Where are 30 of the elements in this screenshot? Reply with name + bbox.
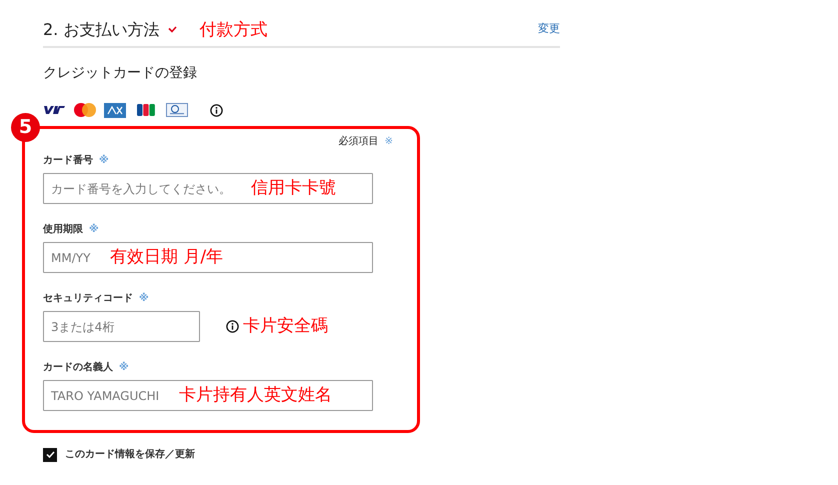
field-label: セキュリティコード [43, 293, 133, 304]
required-mark: ※ [119, 362, 129, 373]
section-subtitle: クレジットカードの登録 [43, 64, 198, 82]
field-label: 使用期限 [43, 224, 83, 235]
annotation-text: 卡片安全碼 [243, 315, 328, 337]
annotation-text: 卡片持有人英文姓名 [179, 384, 332, 406]
required-mark: ※ [384, 136, 393, 147]
section-title: 2. お支払い方法 [43, 18, 160, 40]
checkbox-label: このカード情報を保存／更新 [65, 447, 195, 462]
annotation-text: 有效日期 月/年 [110, 246, 224, 268]
check-icon [46, 451, 54, 458]
required-mark: ※ [99, 155, 109, 166]
checkbox[interactable] [43, 448, 57, 462]
field-label: カード番号 [43, 155, 93, 166]
required-mark: ※ [139, 293, 149, 304]
required-note: 必須項目 [338, 136, 379, 147]
change-link[interactable]: 変更 [538, 21, 560, 46]
info-icon [226, 320, 239, 332]
card-brand-icon [43, 106, 66, 114]
info-icon [210, 104, 223, 116]
card-brand-icon [137, 103, 155, 117]
card-brand-icon [74, 103, 96, 117]
field-label: カードの名義人 [43, 362, 113, 373]
card-brand-icon [166, 103, 188, 117]
annotation-text: 付款方式 [199, 18, 268, 40]
annotation-text: 信用卡卡號 [251, 177, 336, 199]
input-field[interactable]: 3または4桁 [43, 311, 200, 342]
step-badge: 5 [11, 113, 40, 142]
card-brand-icon [104, 102, 126, 118]
required-mark: ※ [89, 224, 99, 235]
